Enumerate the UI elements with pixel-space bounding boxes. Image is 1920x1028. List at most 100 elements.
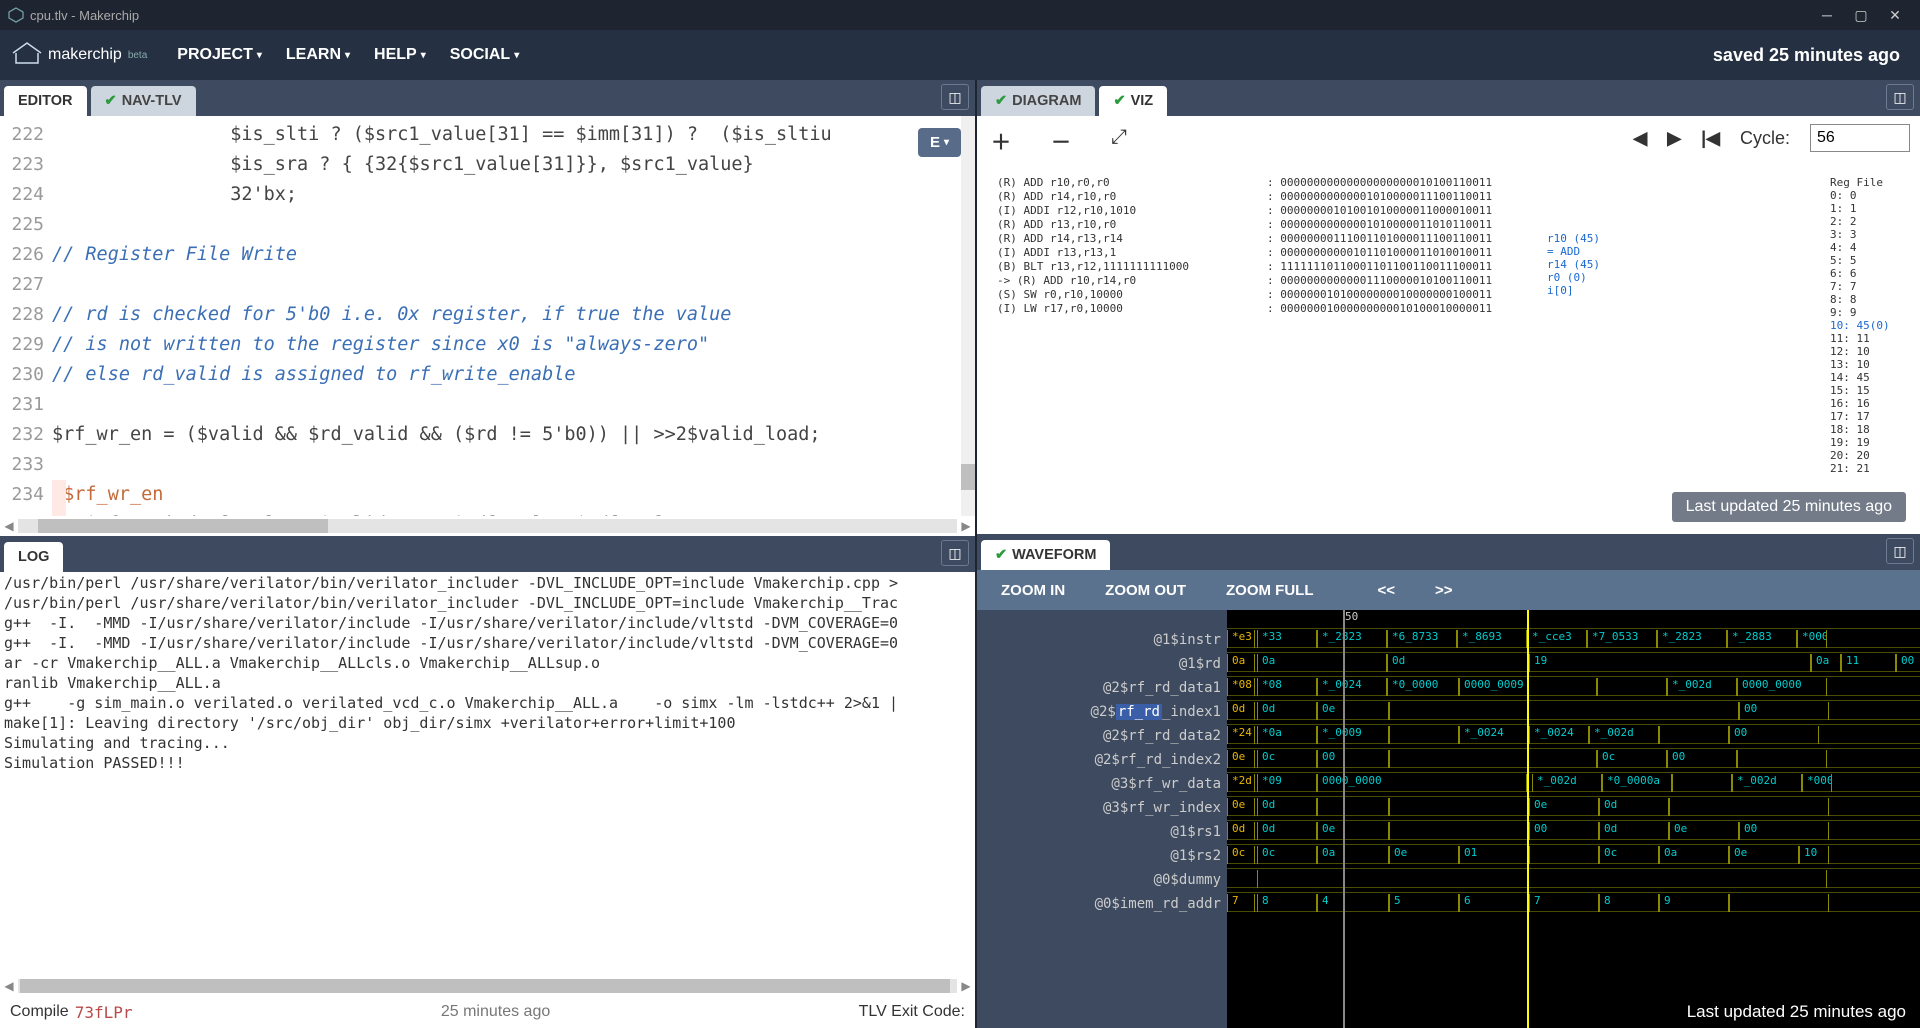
signal-label[interactable]: @2$rf_rd_index1	[977, 700, 1227, 724]
maximize-button[interactable]: ▢	[1844, 3, 1878, 27]
check-icon: ✔	[995, 93, 1007, 109]
log-tabs: LOG ◫	[0, 536, 975, 572]
code-line[interactable]	[52, 210, 975, 240]
zoom-in-icon[interactable]: ＋	[991, 126, 1011, 155]
line-number: 228	[0, 300, 52, 330]
log-line: ar -cr Vmakerchip__ALL.a Vmakerchip__ALL…	[4, 654, 971, 674]
logo: makerchip beta	[10, 40, 147, 71]
split-button[interactable]: ◫	[941, 84, 969, 110]
compile-label: Compile	[10, 1003, 69, 1021]
split-button[interactable]: ◫	[1886, 538, 1914, 564]
status-when: 25 minutes ago	[132, 1003, 858, 1021]
code-line[interactable]: $rf_wr_en = ($valid && $rd_valid && ($rd…	[52, 420, 975, 450]
menu-learn[interactable]: LEARN▾	[274, 40, 362, 70]
nav-prev-icon[interactable]: ◀	[1633, 128, 1647, 149]
cycle-label: Cycle:	[1740, 128, 1790, 149]
editor-mode-button[interactable]: E▾	[918, 128, 961, 157]
signal-names[interactable]: @1$instr@1$rd@2$rf_rd_data1@2$rf_rd_inde…	[977, 610, 1227, 1028]
close-button[interactable]: ✕	[1878, 3, 1912, 27]
viz-tabs: ✔DIAGRAM ✔VIZ ◫	[977, 80, 1920, 116]
code-line[interactable]: ?$rf_wr_en	[52, 480, 975, 510]
nav-first-icon[interactable]: |◀	[1701, 128, 1720, 149]
split-button[interactable]: ◫	[941, 540, 969, 566]
zoom-in-button[interactable]: ZOOM IN	[987, 576, 1079, 605]
line-number: 222	[0, 120, 52, 150]
compile-id: 73fLPr	[75, 1003, 133, 1022]
tab-editor[interactable]: EDITOR	[4, 86, 87, 116]
menubar: makerchip beta PROJECT▾ LEARN▾ HELP▾ SOC…	[0, 30, 1920, 80]
logo-text: makerchip	[48, 46, 122, 64]
split-button[interactable]: ◫	[1886, 84, 1914, 110]
logo-sub: beta	[128, 50, 147, 61]
code-line[interactable]	[52, 390, 975, 420]
zoom-full-button[interactable]: ZOOM FULL	[1212, 576, 1327, 605]
line-number: 224	[0, 180, 52, 210]
log-line: /usr/bin/perl /usr/share/verilator/bin/v…	[4, 594, 971, 614]
tab-diagram[interactable]: ✔DIAGRAM	[981, 86, 1095, 116]
tab-viz[interactable]: ✔VIZ	[1099, 86, 1167, 116]
menu-help[interactable]: HELP▾	[362, 40, 438, 70]
wave-canvas[interactable]: 50*e3*33*_2823*6_8733*_8693*_cce3*7_0533…	[1227, 610, 1920, 1028]
signal-label[interactable]: @1$rd	[977, 652, 1227, 676]
caret-icon: ▾	[421, 50, 426, 61]
log-line: g++ -g sim_main.o verilated.o verilated_…	[4, 694, 971, 714]
code-area[interactable]: $is_slti ? ($src1_value[31] == $imm[31])…	[52, 116, 975, 516]
signal-label[interactable]: @1$rs1	[977, 820, 1227, 844]
log-line: make[1]: Leaving directory '/src/obj_dir…	[4, 714, 971, 734]
status-bar: Compile 73fLPr 25 minutes ago TLV Exit C…	[0, 996, 975, 1028]
caret-icon: ▾	[345, 50, 350, 61]
signal-label[interactable]: @2$rf_rd_data1	[977, 676, 1227, 700]
nav-next-icon[interactable]: ▶	[1667, 128, 1681, 149]
code-line[interactable]	[52, 270, 975, 300]
signal-label[interactable]: @1$instr	[977, 628, 1227, 652]
signal-label[interactable]: @2$rf_rd_data2	[977, 724, 1227, 748]
code-line[interactable]: // else rd_valid is assigned to rf_write…	[52, 360, 975, 390]
wave-prev-button[interactable]: <<	[1363, 576, 1409, 605]
tab-waveform[interactable]: ✔WAVEFORM	[981, 540, 1110, 570]
code-line[interactable]: 32'bx;	[52, 180, 975, 210]
code-line[interactable]: // rd is checked for 5'b0 i.e. 0x regist…	[52, 300, 975, 330]
signal-label[interactable]: @3$rf_wr_data	[977, 772, 1227, 796]
caret-icon: ▾	[514, 50, 519, 61]
exit-label: TLV Exit Code:	[859, 1003, 965, 1021]
code-line[interactable]: $is_slti ? ($src1_value[31] == $imm[31])…	[52, 120, 975, 150]
viz-pane[interactable]: ＋ － ⤢ ◀ ▶ |◀ Cycle: (R) ADD r10,r0,r0 (R…	[977, 116, 1920, 534]
menu-project[interactable]: PROJECT▾	[165, 40, 274, 70]
code-line[interactable]: $is_sra ? { {32{$src1_value[31]}}, $src1…	[52, 150, 975, 180]
code-line[interactable]: // Register File Write	[52, 240, 975, 270]
cycle-input[interactable]	[1810, 124, 1910, 152]
viz-updated-badge: Last updated 25 minutes ago	[1672, 492, 1906, 522]
logo-icon	[10, 40, 44, 71]
expand-icon[interactable]: ⤢	[1111, 126, 1127, 155]
zoom-out-button[interactable]: ZOOM OUT	[1091, 576, 1200, 605]
line-number: 232	[0, 420, 52, 450]
wave-pane[interactable]: @1$instr@1$rd@2$rf_rd_data1@2$rf_rd_inde…	[977, 610, 1920, 1028]
line-number: 233	[0, 450, 52, 480]
editor-pane[interactable]: 222223224225226227228229230231232233234 …	[0, 116, 975, 516]
log-line: ranlib Vmakerchip__ALL.a	[4, 674, 971, 694]
tab-log[interactable]: LOG	[4, 542, 63, 572]
signal-label[interactable]: @3$rf_wr_index	[977, 796, 1227, 820]
log-pane[interactable]: /usr/bin/perl /usr/share/verilator/bin/v…	[0, 572, 975, 976]
titlebar: cpu.tlv - Makerchip ─ ▢ ✕	[0, 0, 1920, 30]
wave-next-button[interactable]: >>	[1421, 576, 1467, 605]
editor-vscroll[interactable]	[961, 116, 975, 516]
code-line[interactable]: // is not written to the register since …	[52, 330, 975, 360]
tab-navtlv[interactable]: ✔NAV-TLV	[91, 86, 196, 116]
editor-tabs: EDITOR ✔NAV-TLV ◫	[0, 80, 975, 116]
check-icon: ✔	[1113, 93, 1125, 109]
wave-tabs: ✔WAVEFORM ◫	[977, 534, 1920, 570]
code-line[interactable]	[52, 450, 975, 480]
editor-hscroll[interactable]: ◀▶	[0, 516, 975, 536]
log-hscroll[interactable]: ◀▶	[0, 976, 975, 996]
code-line[interactable]: $rf_wr_index[4:0] = !$valid ? >>2$rd[4:0…	[52, 510, 975, 516]
menu-social[interactable]: SOCIAL▾	[438, 40, 531, 70]
caret-icon: ▾	[257, 50, 262, 61]
signal-label[interactable]: @0$imem_rd_addr	[977, 892, 1227, 916]
wave-updated-label: Last updated 25 minutes ago	[1687, 1002, 1906, 1022]
minimize-button[interactable]: ─	[1810, 3, 1844, 27]
signal-label[interactable]: @2$rf_rd_index2	[977, 748, 1227, 772]
signal-label[interactable]: @0$dummy	[977, 868, 1227, 892]
signal-label[interactable]: @1$rs2	[977, 844, 1227, 868]
zoom-out-icon[interactable]: －	[1051, 126, 1071, 155]
